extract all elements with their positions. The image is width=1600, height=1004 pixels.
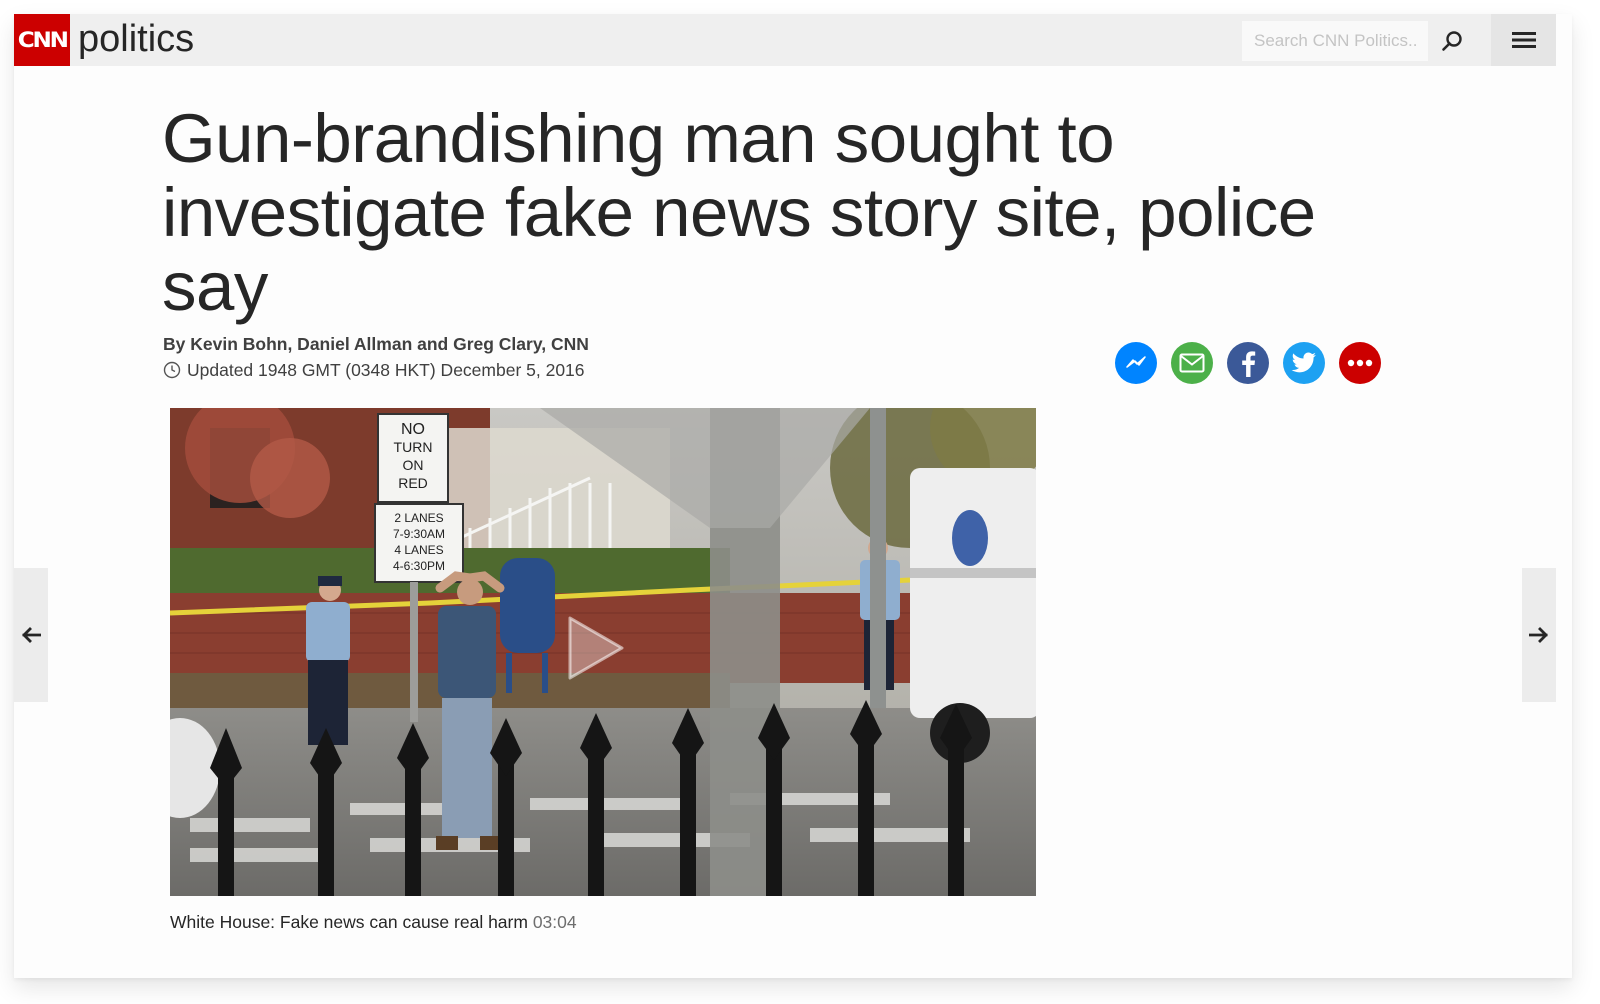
logo-text: CNN (17, 28, 68, 52)
share-messenger-button[interactable] (1115, 342, 1157, 384)
video-player[interactable]: NO TURN ON RED 2 LANES 7-9:30AM 4 LANES … (170, 408, 1036, 896)
sign-line-4: RED (398, 475, 428, 491)
clock-icon (163, 361, 181, 379)
page-frame: CNN politics Gun-brandishing man sought … (14, 14, 1572, 978)
video-title: White House: Fake news can cause real ha… (170, 912, 528, 932)
article-byline: By Kevin Bohn, Daniel Allman and Greg Cl… (163, 334, 589, 354)
arrow-left-icon (22, 627, 41, 643)
hamburger-menu-icon (1511, 32, 1536, 48)
twitter-icon (1291, 352, 1316, 373)
updated-text: Updated 1948 GMT (0348 HKT) December 5, … (187, 359, 585, 380)
next-arrow-button[interactable] (1522, 568, 1556, 702)
search-input[interactable] (1242, 21, 1428, 61)
share-twitter-button[interactable] (1283, 342, 1325, 384)
menu-button[interactable] (1491, 14, 1556, 66)
sign-line-3: ON (403, 457, 424, 473)
arrow-right-icon (1529, 627, 1548, 643)
video-caption[interactable]: White House: Fake news can cause real ha… (170, 912, 577, 933)
email-icon (1179, 353, 1205, 373)
article-headline: Gun-brandishing man sought to investigat… (162, 100, 1316, 325)
share-more-button[interactable] (1339, 342, 1381, 384)
section-title[interactable]: politics (78, 16, 194, 62)
share-facebook-button[interactable] (1227, 342, 1269, 384)
sign-line-2: TURN (394, 439, 433, 455)
sign-line-1: NO (401, 421, 425, 438)
sign2-line-3: 4 LANES (394, 543, 443, 557)
messenger-icon (1126, 356, 1146, 368)
share-email-button[interactable] (1171, 342, 1213, 384)
sign2-line-4: 4-6:30PM (393, 559, 445, 573)
search-button[interactable] (1432, 22, 1472, 60)
video-duration: 03:04 (532, 912, 577, 932)
sign2-line-2: 7-9:30AM (393, 527, 445, 541)
cnn-logo[interactable]: CNN (14, 14, 70, 66)
previous-arrow-button[interactable] (14, 568, 48, 702)
video-thumbnail: NO TURN ON RED 2 LANES 7-9:30AM 4 LANES … (170, 408, 1036, 896)
facebook-icon (1242, 351, 1256, 377)
search-icon (1442, 31, 1462, 51)
article-timestamp: Updated 1948 GMT (0348 HKT) December 5, … (163, 358, 585, 382)
site-header: CNN politics (14, 14, 1556, 66)
sign2-line-1: 2 LANES (394, 511, 443, 525)
more-icon (1347, 359, 1373, 367)
